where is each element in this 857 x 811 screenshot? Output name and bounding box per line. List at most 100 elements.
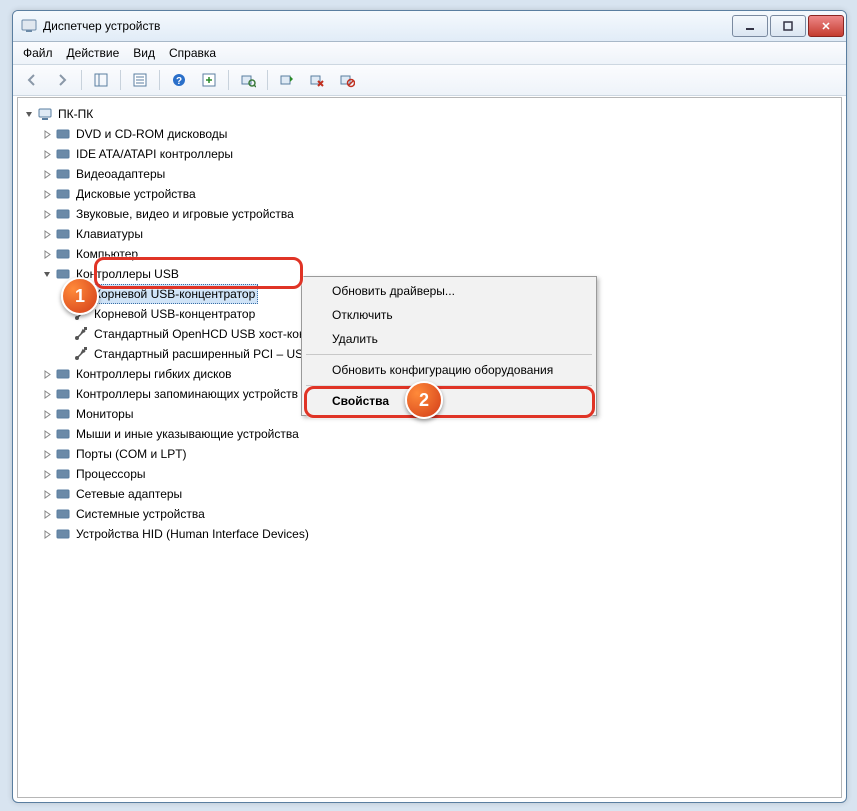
tree-category[interactable]: DVD и CD-ROM дисководы [40, 124, 837, 144]
tree-category[interactable]: Устройства HID (Human Interface Devices) [40, 524, 837, 544]
uninstall-button[interactable] [304, 67, 330, 93]
tree-category[interactable]: Клавиатуры [40, 224, 837, 244]
tree-category-label: Контроллеры запоминающих устройств [73, 384, 301, 404]
expander-icon[interactable] [42, 389, 53, 400]
tree-root-label: ПК-ПК [55, 104, 96, 124]
app-icon [21, 18, 37, 34]
context-menu: Обновить драйверы...ОтключитьУдалить Обно… [301, 276, 597, 416]
menu-help[interactable]: Справка [169, 46, 216, 60]
device-category-icon [55, 366, 71, 382]
context-menu-item[interactable]: Обновить конфигурацию оборудования [304, 358, 594, 382]
tree-category-label: Клавиатуры [73, 224, 146, 244]
context-menu-item[interactable]: Свойства [304, 389, 594, 413]
disable-button[interactable] [334, 67, 360, 93]
expander-icon[interactable] [42, 489, 53, 500]
tree-category[interactable]: Порты (COM и LPT) [40, 444, 837, 464]
expander-icon[interactable] [42, 249, 53, 260]
expander-icon[interactable] [42, 449, 53, 460]
device-category-icon [55, 186, 71, 202]
context-menu-item[interactable]: Обновить драйверы... [304, 279, 594, 303]
device-category-icon [55, 166, 71, 182]
nav-back-button[interactable] [19, 67, 45, 93]
menu-action[interactable]: Действие [67, 46, 120, 60]
scan-hardware-button[interactable] [235, 67, 261, 93]
usb-device-icon [73, 326, 89, 342]
computer-icon [37, 106, 53, 122]
device-category-icon [55, 266, 71, 282]
expander-icon[interactable] [42, 209, 53, 220]
device-category-icon [55, 386, 71, 402]
tree-category[interactable]: Видеоадаптеры [40, 164, 837, 184]
tree-category[interactable]: Процессоры [40, 464, 837, 484]
tree-device-label: Корневой USB-концентратор [91, 304, 258, 324]
device-category-icon [55, 526, 71, 542]
maximize-button[interactable] [770, 15, 806, 37]
usb-device-icon [73, 286, 89, 302]
tree-category-label: Компьютер [73, 244, 141, 264]
expander-icon[interactable] [42, 469, 53, 480]
device-category-icon [55, 446, 71, 462]
menu-view[interactable]: Вид [133, 46, 155, 60]
tree-category[interactable]: Компьютер [40, 244, 837, 264]
tree-category-label: Порты (COM и LPT) [73, 444, 190, 464]
device-category-icon [55, 246, 71, 262]
titlebar: Диспетчер устройств ✕ [13, 11, 846, 42]
show-tree-button[interactable] [88, 67, 114, 93]
tree-category-label: Мониторы [73, 404, 136, 424]
minimize-button[interactable] [732, 15, 768, 37]
action-button[interactable] [196, 67, 222, 93]
tree-category-label: Устройства HID (Human Interface Devices) [73, 524, 312, 544]
tree-category-label: Видеоадаптеры [73, 164, 168, 184]
expander-icon[interactable] [42, 269, 53, 280]
expander-icon[interactable] [42, 169, 53, 180]
expander-icon[interactable] [42, 149, 53, 160]
nav-forward-button[interactable] [49, 67, 75, 93]
expander-icon[interactable] [24, 109, 35, 120]
device-category-icon [55, 466, 71, 482]
tree-category-label: Процессоры [73, 464, 149, 484]
context-menu-item[interactable]: Удалить [304, 327, 594, 351]
update-driver-button[interactable] [274, 67, 300, 93]
tree-root-node[interactable]: ПК-ПК [22, 104, 837, 124]
tree-category-label: DVD и CD-ROM дисководы [73, 124, 230, 144]
expander-icon[interactable] [42, 369, 53, 380]
tree-category-label: Звуковые, видео и игровые устройства [73, 204, 297, 224]
device-category-icon [55, 426, 71, 442]
expander-icon[interactable] [42, 129, 53, 140]
tree-device-label: Корневой USB-концентратор [91, 284, 258, 304]
device-category-icon [55, 506, 71, 522]
tree-category[interactable]: Мыши и иные указывающие устройства [40, 424, 837, 444]
menu-file[interactable]: Файл [23, 46, 53, 60]
help-button[interactable]: ? [166, 67, 192, 93]
svg-text:?: ? [176, 76, 182, 87]
tree-category-label: Сетевые адаптеры [73, 484, 185, 504]
tree-category-label: Контроллеры USB [73, 264, 182, 284]
tree-category-label: Контроллеры гибких дисков [73, 364, 235, 384]
context-menu-item[interactable]: Отключить [304, 303, 594, 327]
usb-device-icon [73, 306, 89, 322]
tree-category-label: Мыши и иные указывающие устройства [73, 424, 302, 444]
device-category-icon [55, 406, 71, 422]
expander-icon[interactable] [42, 509, 53, 520]
device-category-icon [55, 226, 71, 242]
tree-category[interactable]: Дисковые устройства [40, 184, 837, 204]
tree-category[interactable]: IDE ATA/ATAPI контроллеры [40, 144, 837, 164]
device-tree-panel[interactable]: ПК-ПКDVD и CD-ROM дисководыIDE ATA/ATAPI… [17, 97, 842, 798]
tree-category[interactable]: Системные устройства [40, 504, 837, 524]
device-category-icon [55, 206, 71, 222]
window-title: Диспетчер устройств [43, 19, 732, 33]
properties-button[interactable] [127, 67, 153, 93]
toolbar: ? [13, 65, 846, 96]
expander-icon[interactable] [42, 529, 53, 540]
device-category-icon [55, 146, 71, 162]
device-category-icon [55, 486, 71, 502]
expander-icon[interactable] [42, 189, 53, 200]
device-category-icon [55, 126, 71, 142]
expander-icon[interactable] [42, 229, 53, 240]
usb-device-icon [73, 346, 89, 362]
close-button[interactable]: ✕ [808, 15, 844, 37]
tree-category[interactable]: Сетевые адаптеры [40, 484, 837, 504]
tree-category[interactable]: Звуковые, видео и игровые устройства [40, 204, 837, 224]
expander-icon[interactable] [42, 409, 53, 420]
expander-icon[interactable] [42, 429, 53, 440]
